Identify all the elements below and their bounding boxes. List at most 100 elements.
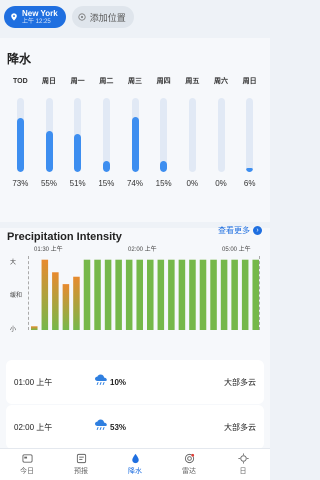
day-bar-track <box>74 98 82 172</box>
intensity-bar <box>189 259 196 330</box>
hourly-row[interactable]: 02:00 上午 53% 大部多云 <box>6 405 264 449</box>
day-column: 周日 55% <box>37 76 61 188</box>
intensity-bar <box>94 259 101 330</box>
day-column: 周一 51% <box>66 76 90 188</box>
day-bar-track <box>217 98 225 172</box>
see-more-label: 查看更多 <box>218 226 250 235</box>
day-column: 周五 0% <box>180 76 204 188</box>
intensity-bar <box>62 284 70 330</box>
day-percent: 0% <box>186 179 199 188</box>
intensity-bar <box>220 259 228 330</box>
day-percent: 55% <box>40 179 57 188</box>
intensity-bar <box>104 259 112 330</box>
nav-sun-label: 日 <box>239 468 247 475</box>
add-location-pin-icon <box>78 13 86 21</box>
nav-today[interactable]: 今日 <box>0 449 54 480</box>
location-name: New York <box>22 8 58 18</box>
day-percent: 15% <box>98 179 115 188</box>
day-label: 周日 <box>242 78 257 85</box>
nav-today-label: 今日 <box>20 468 34 475</box>
hourly-precip-pct: 53% <box>110 422 127 432</box>
day-label: 周一 <box>70 78 85 85</box>
daily-precip-chart: TOD 73% 周日 55% 周一 51% 周二 15% 周三 74% 周四 15% 周五 0% 周六 0% 周… <box>6 76 264 216</box>
arrow-right-icon: › <box>253 226 262 235</box>
y-label-heavy: 大 <box>10 260 17 266</box>
intensity-bar <box>83 259 91 330</box>
hourly-row[interactable]: 01:00 上午 10% 大部多云 <box>6 360 264 404</box>
intensity-bar <box>41 259 49 330</box>
day-bar-fill <box>102 160 110 172</box>
intensity-bar <box>31 326 38 330</box>
intensity-bar <box>168 259 175 330</box>
day-label: 周二 <box>99 78 114 85</box>
precip-title: 降水 <box>7 52 32 66</box>
day-column: 周三 74% <box>123 76 147 188</box>
day-column: 周日 6% <box>238 76 262 188</box>
day-percent: 0% <box>215 179 227 188</box>
hourly-time: 02:00 上午 <box>14 422 53 432</box>
nav-forecast-label: 预报 <box>74 468 88 475</box>
intensity-bar <box>231 259 238 330</box>
y-label-moderate: 缓和 <box>10 293 23 299</box>
day-bar-fill <box>16 117 24 172</box>
y-label-light: 小 <box>10 327 17 333</box>
day-bar-track <box>131 98 139 172</box>
add-location-button[interactable]: 添加位置 <box>71 6 134 28</box>
hourly-time: 01:00 上午 <box>14 377 53 387</box>
forecast-icon <box>76 453 86 464</box>
location-time: 上午 12:25 <box>22 18 51 25</box>
nav-precipitation[interactable]: 降水 <box>108 449 162 480</box>
day-label: 周四 <box>156 78 171 85</box>
location-chip-active[interactable]: New York 上午 12:25 <box>4 6 66 28</box>
day-column: 周四 15% <box>152 76 176 188</box>
sun-icon <box>237 453 249 464</box>
time-label-start: 01:30 上午 <box>34 247 63 253</box>
hourly-precip-pct: 10% <box>110 377 127 387</box>
intensity-title: Precipitation Intensity <box>7 231 122 243</box>
rain-cloud-icon <box>95 419 107 430</box>
day-percent: 15% <box>155 179 172 188</box>
nav-precipitation-label: 降水 <box>128 468 142 475</box>
nav-sun[interactable]: 日 <box>216 449 270 480</box>
intensity-bar <box>73 276 80 330</box>
day-label: 周六 <box>214 78 228 85</box>
add-location-label: 添加位置 <box>89 12 126 23</box>
day-bar-track <box>102 98 110 172</box>
intensity-chart: 01:30 上午 02:00 上午 05:00 上午 大 缓和 小 <box>6 244 264 336</box>
day-column: 周六 0% <box>209 76 233 188</box>
day-bar-track <box>45 98 53 172</box>
day-bar-track <box>16 98 24 172</box>
nav-radar[interactable]: 雷达 <box>162 449 216 480</box>
day-label: 周三 <box>128 78 142 85</box>
day-bar-fill <box>246 167 254 172</box>
day-percent: 51% <box>69 179 86 188</box>
intensity-bar <box>136 259 143 330</box>
day-column: TOD 73% <box>8 76 32 188</box>
day-column: 周二 15% <box>94 76 118 188</box>
location-pin-icon <box>11 13 17 21</box>
intensity-bar <box>199 259 207 330</box>
day-bar-fill <box>45 131 53 172</box>
today-icon <box>21 454 33 463</box>
day-bar-track <box>188 98 196 172</box>
nav-forecast[interactable]: 预报 <box>54 449 108 480</box>
day-bar-track <box>160 98 168 172</box>
see-more-link[interactable]: 查看更多 › <box>218 225 262 236</box>
time-label-end: 05:00 上午 <box>222 247 251 253</box>
day-bar-fill <box>131 117 139 172</box>
day-percent: 6% <box>243 179 256 188</box>
precipitation-panel: 降水 TOD 73% 周日 55% 周一 51% 周二 15% 周三 74% 周四 15% 周五 0% 周六… <box>0 38 270 449</box>
intensity-bar <box>115 259 122 330</box>
intensity-bar <box>157 259 165 330</box>
hourly-condition: 大部多云 <box>224 422 256 432</box>
water-drop-icon <box>131 453 139 464</box>
intensity-bar <box>178 259 186 330</box>
intensity-bar <box>147 259 154 330</box>
intensity-bar <box>125 259 133 330</box>
location-bar: New York 上午 12:25 添加位置 <box>0 0 270 34</box>
intensity-bar <box>241 259 249 330</box>
day-bar-fill <box>160 160 168 172</box>
intensity-plot <box>28 256 260 330</box>
radar-icon <box>184 453 194 464</box>
day-label: TOD <box>13 78 28 85</box>
